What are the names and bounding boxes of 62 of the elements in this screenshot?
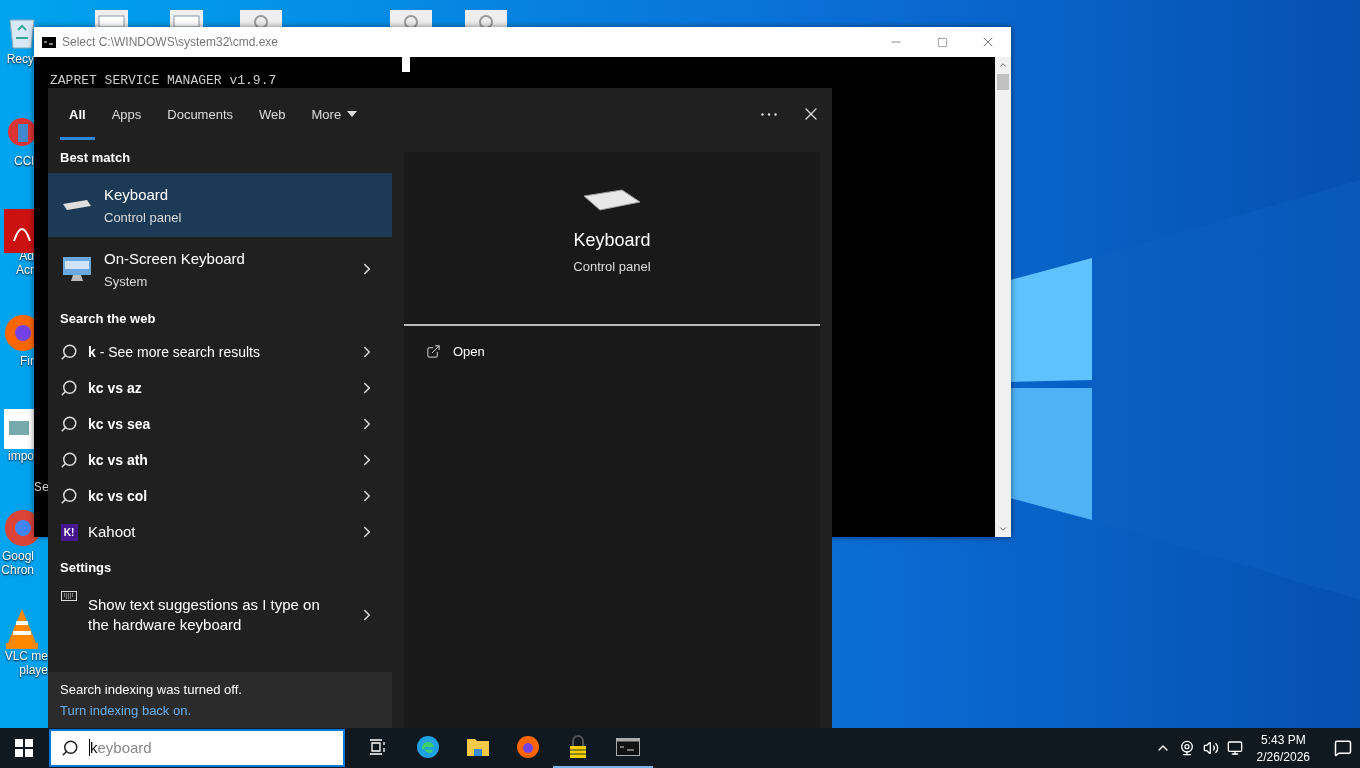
terminal-icon <box>42 36 56 48</box>
indexing-link[interactable]: Turn indexing back on. <box>60 703 380 718</box>
preview-title: Keyboard <box>573 230 651 251</box>
search-icon <box>61 739 79 757</box>
console-text: ZAPRET SERVICE MANAGER v1.9.7 <box>50 73 278 88</box>
search-icon <box>60 451 78 469</box>
notifications-icon[interactable] <box>1334 739 1352 757</box>
open-action[interactable]: Open <box>404 326 507 377</box>
search-result[interactable]: Show text suggestions as I type on the hardware keyboard <box>48 583 392 647</box>
search-result[interactable]: K! Kahoot <box>48 514 392 550</box>
window-title: Select C:\WINDOWS\system32\cmd.exe <box>62 35 280 49</box>
filter-tab[interactable]: More <box>302 88 367 140</box>
search-result[interactable]: Keyboard Control panel <box>48 173 392 237</box>
edge-icon <box>416 735 440 759</box>
filter-tab[interactable]: Apps <box>102 88 151 140</box>
desktop-icon-label[interactable]: Ad Acr <box>16 249 34 277</box>
search-result[interactable]: kc vs col <box>48 478 392 514</box>
section-heading: Settings <box>59 559 113 577</box>
search-result[interactable]: kc vs sea <box>48 406 392 442</box>
scroll-up-icon[interactable] <box>998 60 1008 70</box>
search-result[interactable]: k - See more search results <box>48 334 392 370</box>
search-result[interactable]: kc vs ath <box>48 442 392 478</box>
search-result[interactable]: On-Screen Keyboard System <box>48 237 392 301</box>
task-view-icon <box>369 739 387 755</box>
section-heading: Best match <box>59 149 132 167</box>
search-field[interactable]: keyboard <box>49 729 345 767</box>
padlock-icon <box>569 735 587 759</box>
browser-icon <box>516 735 540 759</box>
notice-text: Search indexing was turned off. <box>60 682 243 697</box>
filter-tab[interactable]: Web <box>250 88 295 140</box>
settings-file-icon <box>465 10 507 27</box>
settings-file-icon <box>240 10 282 27</box>
section-heading: Search the web <box>59 310 157 328</box>
monitor-icon <box>61 255 93 283</box>
scrollbar[interactable] <box>995 57 1011 537</box>
console-text: Se <box>34 480 50 495</box>
traffic-cone-icon <box>4 609 40 649</box>
preview-subtitle: Control panel <box>573 259 651 274</box>
filter-tab[interactable]: Documents <box>158 88 242 140</box>
keyboard-icon <box>61 591 77 601</box>
scroll-thumb[interactable] <box>997 74 1009 90</box>
clock[interactable]: 5:43 PM 2/26/2026 <box>1250 732 1316 764</box>
kahoot-logo: K! <box>60 523 78 541</box>
search-icon <box>60 487 78 505</box>
keyboard-icon <box>582 188 642 212</box>
settings-file-icon <box>390 10 432 27</box>
search-icon <box>60 343 78 361</box>
volume-icon[interactable] <box>1202 740 1219 756</box>
folder-icon <box>466 737 490 757</box>
search-icon <box>60 379 78 397</box>
maximize-icon <box>936 36 948 48</box>
keyboard-icon <box>61 198 93 212</box>
network-icon[interactable] <box>1226 740 1243 756</box>
terminal-icon <box>616 738 640 756</box>
filter-tab[interactable]: All <box>60 88 95 140</box>
windows-logo <box>15 739 33 757</box>
search-result[interactable]: kc vs az <box>48 370 392 406</box>
scroll-down-icon[interactable] <box>998 524 1008 534</box>
open-icon <box>426 344 441 359</box>
camera-icon[interactable] <box>1178 740 1195 756</box>
search-icon <box>60 415 78 433</box>
ellipsis-icon <box>761 112 777 116</box>
